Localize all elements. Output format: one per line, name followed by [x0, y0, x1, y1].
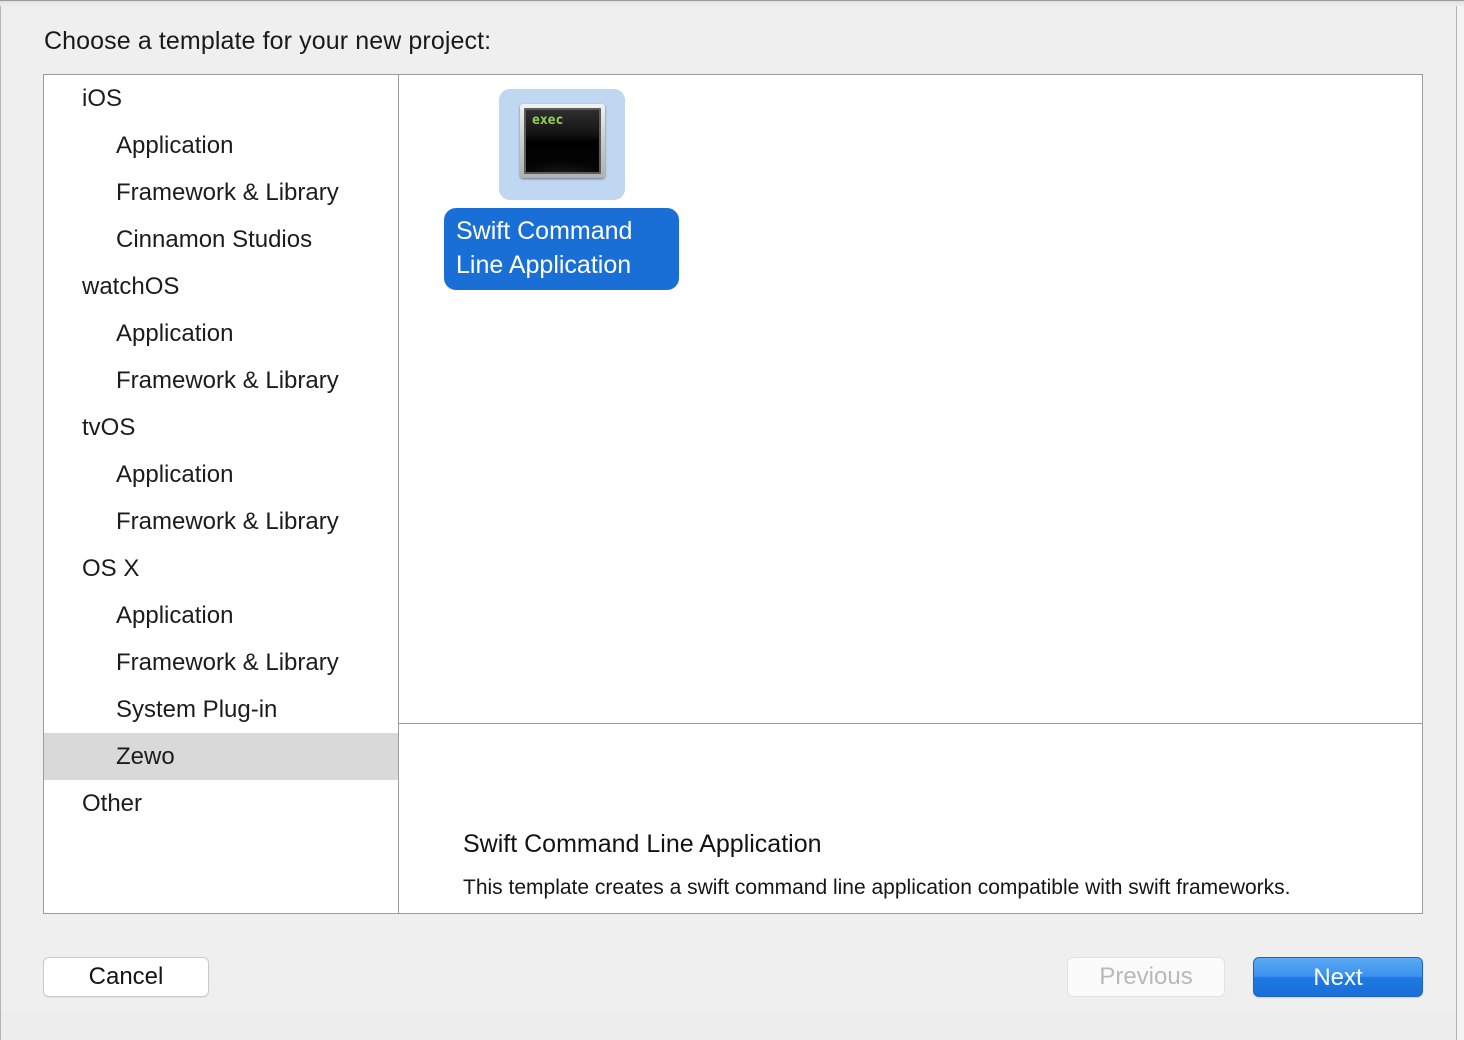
category-sidebar[interactable]: iOS Application Framework & Library Cinnamo…	[44, 75, 398, 913]
sidebar-item-framework-and-library[interactable]: Framework & Library	[44, 169, 398, 216]
new-project-dialog: Choose a template for your new project: …	[0, 0, 1464, 1040]
template-grid[interactable]: exec Swift Command Line Application	[399, 75, 1422, 723]
sidebar-item-watchos[interactable]: watchOS	[44, 263, 398, 310]
terminal-exec-label: exec	[532, 113, 564, 128]
sidebar-item-framework-and-library[interactable]: Framework & Library	[44, 639, 398, 686]
window-left-edge	[0, 6, 1, 1040]
terminal-exec-icon: exec	[520, 104, 605, 178]
sidebar-item-zewo[interactable]: Zewo	[44, 733, 398, 780]
window-bottom-band	[1, 1011, 1456, 1040]
terminal-bezel: exec	[524, 108, 601, 174]
next-button[interactable]: Next	[1253, 957, 1423, 997]
cancel-button[interactable]: Cancel	[43, 957, 209, 997]
template-item-label-line2: Line Application	[456, 251, 632, 279]
sidebar-item-system-plug-in[interactable]: System Plug-in	[44, 686, 398, 733]
sidebar-item-application[interactable]: Application	[44, 451, 398, 498]
sidebar-item-ios[interactable]: iOS	[44, 75, 398, 122]
page-title: Choose a template for your new project:	[44, 27, 492, 55]
template-chooser-panel: iOS Application Framework & Library Cinnamo…	[43, 74, 1423, 914]
sidebar-item-os-x[interactable]: OS X	[44, 545, 398, 592]
template-item-label-line1: Swift Command	[456, 217, 633, 245]
window-right-fill	[1457, 6, 1464, 1040]
sidebar-item-framework-and-library[interactable]: Framework & Library	[44, 498, 398, 545]
description-body: This template creates a swift command li…	[463, 876, 1291, 899]
sidebar-item-application[interactable]: Application	[44, 122, 398, 169]
sidebar-item-tvos[interactable]: tvOS	[44, 404, 398, 451]
previous-button[interactable]: Previous	[1067, 957, 1225, 997]
template-description-panel: Swift Command Line Application This temp…	[399, 724, 1422, 913]
sidebar-item-application[interactable]: Application	[44, 592, 398, 639]
sidebar-item-cinnamon-studios[interactable]: Cinnamon Studios	[44, 216, 398, 263]
template-item-label: Swift Command Line Application	[444, 208, 679, 290]
sidebar-item-application[interactable]: Application	[44, 310, 398, 357]
description-title: Swift Command Line Application	[463, 830, 822, 858]
sidebar-item-framework-and-library[interactable]: Framework & Library	[44, 357, 398, 404]
sidebar-item-other[interactable]: Other	[44, 780, 398, 827]
window-titlebar-edge	[0, 0, 1464, 6]
